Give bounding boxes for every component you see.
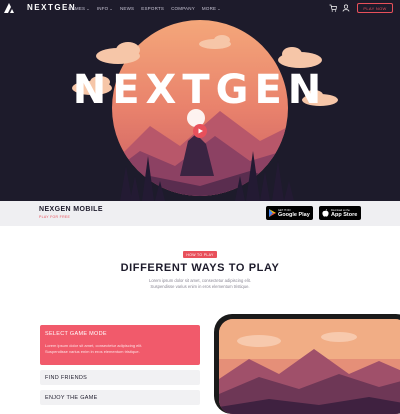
- card-title: SELECT GAME MODE: [45, 331, 107, 337]
- play-now-button[interactable]: PLAY NOW: [357, 3, 393, 13]
- menu-item-news[interactable]: NEWS: [120, 6, 134, 11]
- section-description: Lorem ipsum dolor sit amet, consectetur …: [120, 278, 280, 290]
- google-play-icon: [269, 209, 276, 217]
- strip-subtitle: PLAY FOR FREE: [39, 215, 71, 219]
- menu-item-info[interactable]: INFO ⌄: [97, 6, 113, 11]
- chevron-down-icon: ⌄: [109, 5, 113, 11]
- card-select-game-mode[interactable]: SELECT GAME MODE Lorem ipsum dolor sit a…: [40, 325, 200, 365]
- menu-item-esports[interactable]: ESPORTS: [141, 6, 164, 11]
- card-find-friends[interactable]: FIND FRIENDS: [40, 370, 200, 385]
- app-store-button[interactable]: Download on the App Store: [319, 206, 361, 220]
- chevron-down-icon: ⌄: [217, 5, 221, 11]
- user-icon[interactable]: [342, 4, 350, 12]
- hero-title: NEXTGEN: [72, 67, 328, 113]
- mobile-app-strip: NEXGEN MOBILE PLAY FOR FREE GET IT ON Go…: [0, 201, 400, 226]
- top-navbar: NEXTGEN GAMES ⌄ INFO ⌄ NEWS ESPORTS COMPAN…: [0, 0, 400, 16]
- section-title: DIFFERENT WAYS TO PLAY: [120, 262, 280, 274]
- main-menu: GAMES ⌄ INFO ⌄ NEWS ESPORTS COMPANY MORE ⌄: [68, 0, 228, 16]
- card-title: ENJOY THE GAME: [45, 395, 98, 401]
- menu-item-company[interactable]: COMPANY: [171, 6, 195, 11]
- hero-banner: NEXTGEN: [0, 16, 400, 201]
- card-description: Lorem ipsum dolor sit amet, consectetur …: [45, 343, 195, 355]
- strip-title: NEXGEN MOBILE: [39, 206, 103, 213]
- google-play-button[interactable]: GET IT ON Google Play: [266, 206, 313, 220]
- app-store-large: App Store: [331, 211, 358, 218]
- logo-icon[interactable]: [4, 3, 14, 13]
- hero-play-button[interactable]: [193, 124, 207, 138]
- card-description-line: Suspendisse varius enim in eros elementu…: [45, 349, 140, 354]
- play-icon: [198, 128, 203, 134]
- section-description-line: Suspendisse varius enim in eros elementu…: [150, 284, 250, 289]
- card-enjoy-the-game[interactable]: ENJOY THE GAME: [40, 390, 200, 405]
- menu-item-games[interactable]: GAMES ⌄: [68, 6, 90, 11]
- phone-mockup: [214, 314, 400, 414]
- apple-icon: [322, 209, 329, 217]
- card-title: FIND FRIENDS: [45, 375, 88, 381]
- cart-icon[interactable]: [329, 4, 337, 12]
- menu-item-more[interactable]: MORE ⌄: [202, 6, 221, 11]
- chevron-down-icon: ⌄: [86, 5, 90, 11]
- section-tag: HOW TO PLAY: [183, 251, 217, 258]
- google-play-large: Google Play: [278, 211, 310, 218]
